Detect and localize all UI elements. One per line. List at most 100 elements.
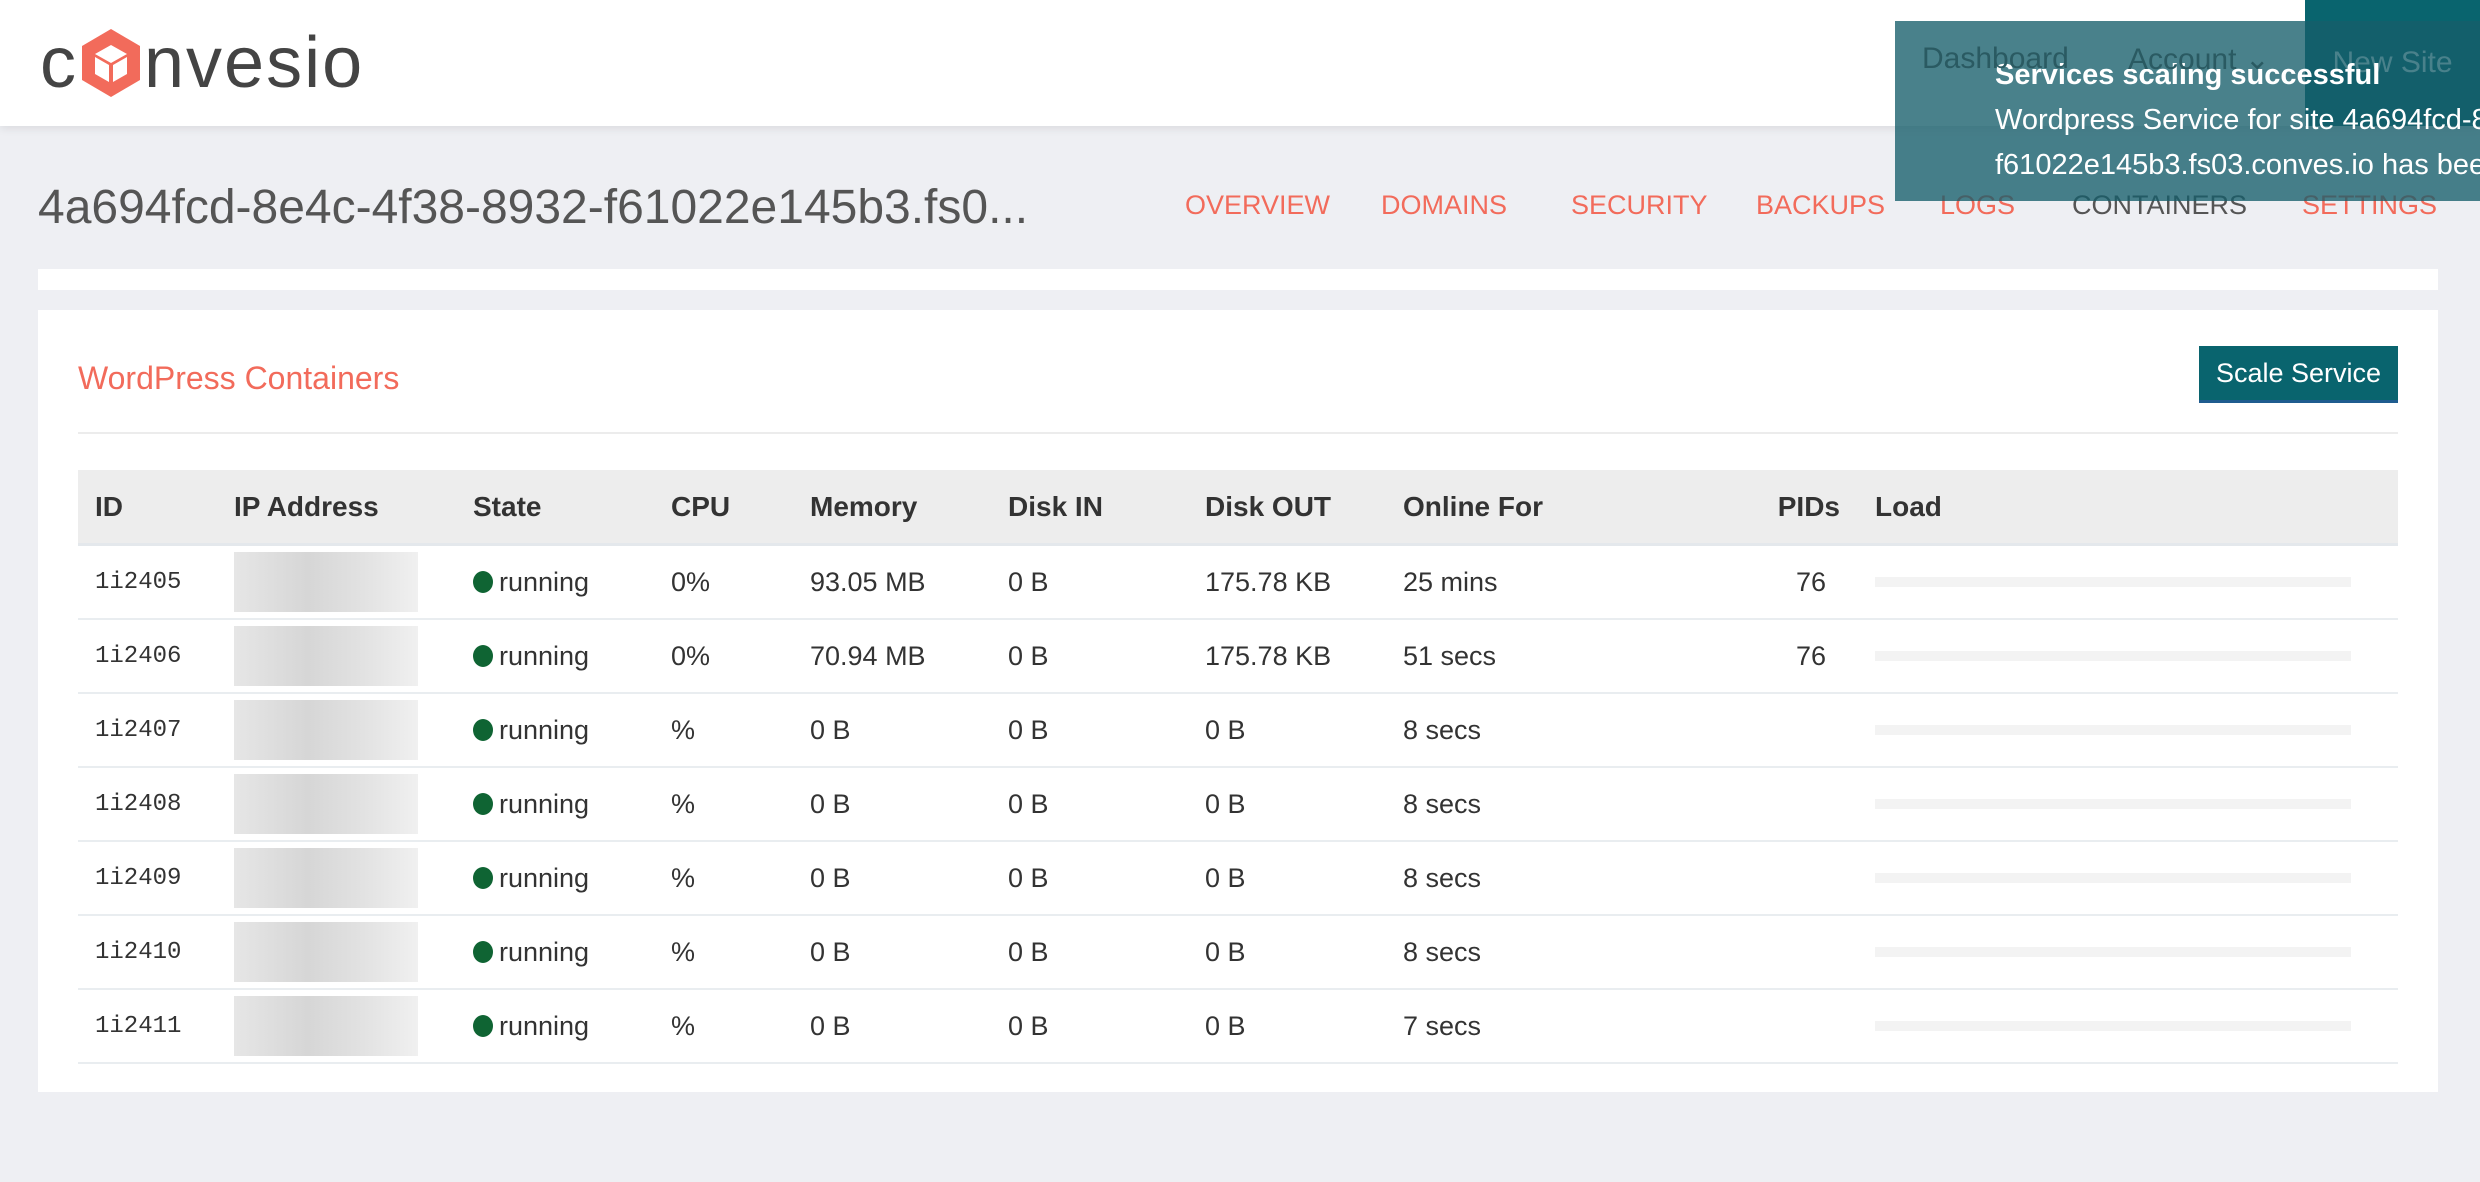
top-strip bbox=[38, 269, 2438, 290]
cell-load bbox=[1875, 546, 2351, 618]
cell-memory: 70.94 MB bbox=[810, 640, 926, 671]
cell-pids bbox=[1766, 916, 1826, 988]
table-row[interactable]: 1i2411 running % 0 B 0 B 0 B 7 secs bbox=[78, 990, 2398, 1064]
status-dot-icon bbox=[473, 571, 493, 593]
cell-disk-out: 0 B bbox=[1205, 1010, 1246, 1041]
cell-id: 1i2408 bbox=[95, 790, 182, 818]
cell-memory: 0 B bbox=[810, 714, 851, 745]
redacted-ip bbox=[234, 626, 418, 686]
cell-disk-out: 0 B bbox=[1205, 936, 1246, 967]
column-header-state[interactable]: State bbox=[473, 470, 541, 543]
table-row[interactable]: 1i2405 running 0% 93.05 MB 0 B 175.78 KB… bbox=[78, 546, 2398, 620]
column-header-pids[interactable]: PIDs bbox=[1778, 470, 1840, 543]
scale-service-button[interactable]: Scale Service bbox=[2199, 346, 2398, 403]
tab-overview[interactable]: OVERVIEW bbox=[1185, 190, 1330, 221]
cell-id: 1i2406 bbox=[95, 642, 182, 670]
cell-cpu: % bbox=[671, 1010, 696, 1041]
cell-pids bbox=[1766, 768, 1826, 840]
cell-disk-in: 0 B bbox=[1008, 936, 1049, 967]
cell-state: running bbox=[473, 768, 589, 840]
state-label: running bbox=[499, 1010, 590, 1041]
load-bar bbox=[1875, 577, 2351, 587]
table-row[interactable]: 1i2410 running % 0 B 0 B 0 B 8 secs bbox=[78, 916, 2398, 990]
cell-load bbox=[1875, 916, 2351, 988]
state-label: running bbox=[499, 640, 590, 671]
state-label: running bbox=[499, 862, 590, 893]
status-dot-icon bbox=[473, 719, 493, 741]
cell-disk-in: 0 B bbox=[1008, 566, 1049, 597]
cell-online-for: 8 secs bbox=[1403, 714, 1482, 745]
cell-state: running bbox=[473, 990, 589, 1062]
convesio-logo[interactable]: c nvesio bbox=[40, 18, 364, 108]
tab-domains[interactable]: DOMAINS bbox=[1381, 190, 1507, 221]
column-header-cpu[interactable]: CPU bbox=[671, 470, 730, 543]
column-header-memory[interactable]: Memory bbox=[810, 470, 917, 543]
column-header-online-for[interactable]: Online For bbox=[1403, 470, 1543, 543]
cell-online-for: 51 secs bbox=[1403, 640, 1497, 671]
cell-state: running bbox=[473, 916, 589, 988]
column-header-load[interactable]: Load bbox=[1875, 470, 1942, 543]
state-label: running bbox=[499, 714, 590, 745]
cell-cpu: % bbox=[671, 714, 696, 745]
load-bar bbox=[1875, 1021, 2351, 1031]
cell-disk-in: 0 B bbox=[1008, 640, 1049, 671]
cell-cpu: % bbox=[671, 862, 696, 893]
nav-account[interactable]: Account ⌄ bbox=[2128, 42, 2270, 77]
table-row[interactable]: 1i2409 running % 0 B 0 B 0 B 8 secs bbox=[78, 842, 2398, 916]
column-header-disk-in[interactable]: Disk IN bbox=[1008, 470, 1103, 543]
divider bbox=[78, 432, 2398, 434]
state-label: running bbox=[499, 936, 590, 967]
column-header-id[interactable]: ID bbox=[95, 470, 123, 543]
cell-pids: 76 bbox=[1795, 640, 1826, 671]
state-label: running bbox=[499, 788, 590, 819]
cell-online-for: 25 mins bbox=[1403, 566, 1498, 597]
cell-disk-out: 0 B bbox=[1205, 714, 1246, 745]
load-bar bbox=[1875, 651, 2351, 661]
cell-state: running bbox=[473, 620, 589, 692]
cell-id: 1i2411 bbox=[95, 1012, 182, 1040]
load-bar bbox=[1875, 873, 2351, 883]
column-header-ip-address[interactable]: IP Address bbox=[234, 470, 379, 543]
cell-id: 1i2407 bbox=[95, 716, 182, 744]
status-dot-icon bbox=[473, 793, 493, 815]
cell-disk-in: 0 B bbox=[1008, 788, 1049, 819]
status-dot-icon bbox=[473, 645, 493, 667]
redacted-ip bbox=[234, 700, 418, 760]
redacted-ip bbox=[234, 996, 418, 1056]
table-header: ID IP Address State CPU Memory Disk IN Disk OU… bbox=[78, 470, 2398, 546]
cell-id: 1i2409 bbox=[95, 864, 182, 892]
cell-ip-redacted bbox=[234, 768, 418, 840]
cell-state: running bbox=[473, 842, 589, 914]
cell-online-for: 7 secs bbox=[1403, 1010, 1482, 1041]
cell-memory: 0 B bbox=[810, 936, 851, 967]
table-row[interactable]: 1i2406 running 0% 70.94 MB 0 B 175.78 KB… bbox=[78, 620, 2398, 694]
cell-pids bbox=[1766, 842, 1826, 914]
nav-dashboard[interactable]: Dashboard bbox=[1922, 42, 2069, 76]
page-title: 4a694fcd-8e4c-4f38-8932-f61022e145b3.fs0… bbox=[38, 181, 1029, 234]
table-row[interactable]: 1i2408 running % 0 B 0 B 0 B 8 secs bbox=[78, 768, 2398, 842]
redacted-ip bbox=[234, 552, 418, 612]
cell-online-for: 8 secs bbox=[1403, 862, 1482, 893]
cell-disk-out: 175.78 KB bbox=[1205, 640, 1332, 671]
load-bar bbox=[1875, 947, 2351, 957]
cell-online-for: 8 secs bbox=[1403, 936, 1482, 967]
column-header-disk-out[interactable]: Disk OUT bbox=[1205, 470, 1331, 543]
load-bar bbox=[1875, 799, 2351, 809]
cell-load bbox=[1875, 842, 2351, 914]
cell-ip-redacted bbox=[234, 620, 418, 692]
redacted-ip bbox=[234, 848, 418, 908]
cell-id: 1i2405 bbox=[95, 568, 182, 596]
containers-card: WordPress Containers Scale Service ID IP … bbox=[38, 310, 2438, 1092]
toast-line-2: f61022e145b3.fs03.conves.io has bee bbox=[1995, 149, 2480, 181]
cell-disk-in: 0 B bbox=[1008, 714, 1049, 745]
cell-cpu: 0% bbox=[671, 640, 711, 671]
cell-online-for: 8 secs bbox=[1403, 788, 1482, 819]
state-label: running bbox=[499, 566, 590, 597]
table-row[interactable]: 1i2407 running % 0 B 0 B 0 B 8 secs bbox=[78, 694, 2398, 768]
cell-memory: 0 B bbox=[810, 862, 851, 893]
cell-ip-redacted bbox=[234, 694, 418, 766]
tab-backups[interactable]: BACKUPS bbox=[1756, 190, 1885, 221]
card-title: WordPress Containers bbox=[78, 360, 400, 396]
tab-security[interactable]: SECURITY bbox=[1571, 190, 1708, 221]
status-dot-icon bbox=[473, 867, 493, 889]
